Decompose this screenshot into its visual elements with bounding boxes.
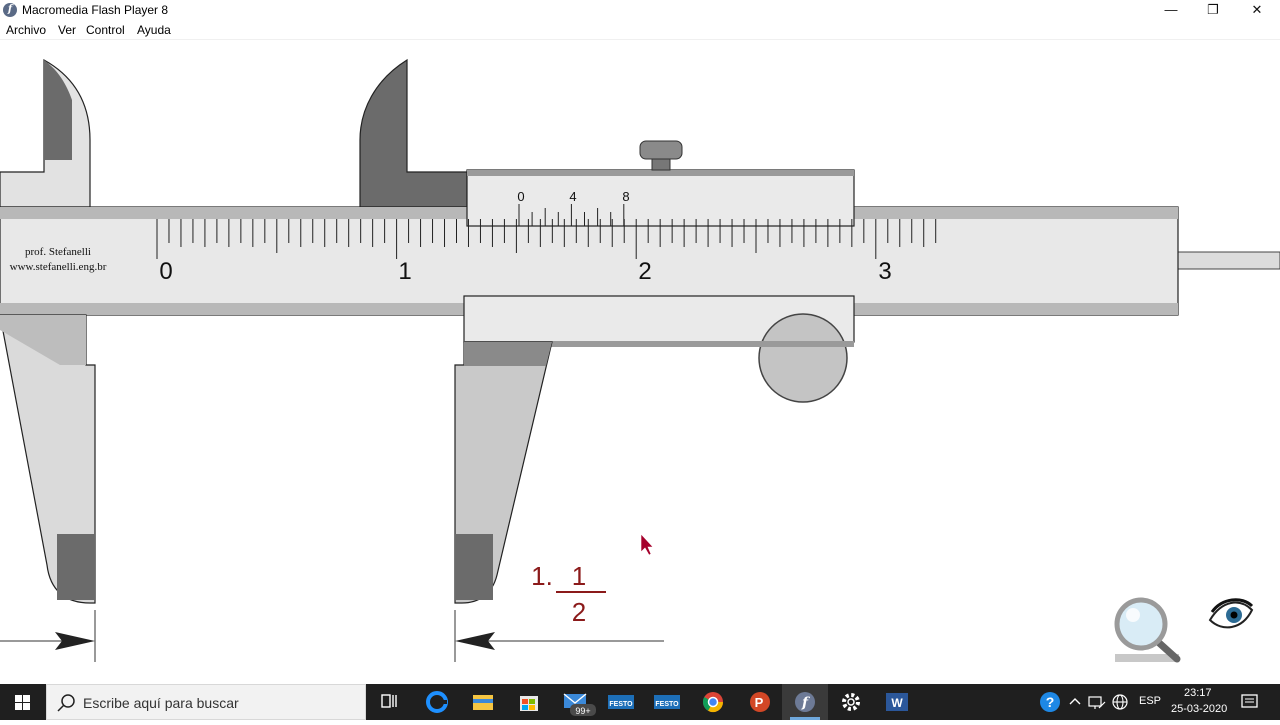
clock-time[interactable]: 23:17 [1184,687,1212,699]
windows-logo-icon [15,695,30,710]
lock-screw[interactable] [639,140,683,160]
close-button[interactable]: ✕ [1234,0,1280,21]
word-icon: W [886,693,908,711]
maximize-button[interactable]: ❐ [1190,0,1236,21]
festo-icon: FESTO [654,695,680,709]
svg-text:P: P [755,695,764,710]
movable-lower-jaw-shade [464,342,552,366]
notifications-icon[interactable] [1240,693,1260,711]
lock-screw-stem [651,158,671,171]
vernier-label-4: 4 [569,189,576,204]
answer-whole: 1. [531,561,553,591]
festo-label-2: FESTO [655,701,679,708]
taskbar-file-explorer[interactable] [460,684,506,720]
menu-ver[interactable]: Ver [58,23,76,37]
movable-upper-jaw [359,58,468,208]
flash-player-icon: f [790,692,820,720]
gear-icon [842,693,860,711]
svg-text:W: W [891,696,903,710]
vernier-top-edge [467,170,854,176]
chrome-icon [702,692,724,713]
start-button[interactable] [0,684,46,720]
mail-icon: 99+ [563,693,596,716]
globe-icon[interactable] [1111,693,1129,711]
taskbar-flash-player[interactable]: f [782,684,828,720]
festo-icon: FESTO [608,695,634,709]
eye-icon[interactable] [1208,598,1254,629]
thumb-wheel[interactable] [758,313,848,403]
window-title: Macromedia Flash Player 8 [22,3,169,17]
credit-url: www.stefanelli.eng.br [10,261,107,273]
menu-ayuda[interactable]: Ayuda [137,23,171,37]
taskbar-powerpoint[interactable]: P [736,684,782,720]
vernier-top-plate [466,169,855,227]
festo-label-1: FESTO [609,701,633,708]
fixed-jaw-tip [57,534,95,600]
taskbar-mail[interactable]: 99+ [552,684,598,720]
task-view-icon [381,694,397,708]
taskbar-edge[interactable] [414,684,460,720]
menu-bar: Archivo Ver Control Ayuda [0,21,1280,40]
depth-rod [1175,251,1280,270]
taskbar-store[interactable] [506,684,552,720]
mail-badge: 99+ [575,706,590,716]
fixed-upper-jaw-shade [44,60,72,160]
network-icon[interactable] [1088,694,1106,710]
taskbar-festo-2[interactable]: FESTO [644,684,690,720]
flash-app-icon: f [3,3,17,17]
taskbar-settings[interactable] [828,684,874,720]
minimize-button[interactable]: — [1148,0,1194,21]
vernier-label-8: 8 [622,189,629,204]
search-placeholder: Escribe aquí para buscar [83,695,239,711]
answer-numerator: 1 [572,561,586,591]
task-view-button[interactable] [367,684,413,720]
main-scale-label-2: 2 [638,258,651,285]
credit-name: prof. Stefanelli [25,246,91,258]
menu-archivo[interactable]: Archivo [6,23,46,37]
main-scale-label-3: 3 [878,258,891,285]
taskbar-word[interactable]: W [874,684,920,720]
taskbar-search-box[interactable]: Escribe aquí para buscar [46,684,366,720]
svg-text:?: ? [1046,694,1055,710]
windows-taskbar: Escribe aquí para buscar 99+ FESTO FESTO… [0,684,1280,720]
main-scale-label-0: 0 [159,258,172,285]
help-icon[interactable]: ? [1038,690,1062,714]
search-icon [57,694,75,712]
folder-icon [473,695,493,710]
menu-control[interactable]: Control [86,23,125,37]
store-icon [520,696,538,711]
chevron-up-icon[interactable] [1068,695,1082,709]
mouse-cursor [640,533,654,556]
clock-date[interactable]: 25-03-2020 [1171,703,1227,715]
powerpoint-icon: P [750,692,770,712]
main-scale-label-1: 1 [398,258,411,285]
magnifier-icon[interactable] [1114,597,1181,663]
movable-jaw-tip [455,534,493,600]
edge-icon [426,691,448,713]
taskbar-chrome[interactable] [690,684,736,720]
vernier-label-0: 0 [517,189,524,204]
language-indicator[interactable]: ESP [1139,695,1161,707]
vernier-caliper: 0 1 2 3 0 4 8 prof. Stefanelli www.stefa… [0,58,1280,663]
title-bar[interactable]: f Macromedia Flash Player 8 — ❐ ✕ [0,0,1280,21]
taskbar-festo-1[interactable]: FESTO [598,684,644,720]
flash-stage: 0 1 2 3 0 4 8 prof. Stefanelli www.stefa… [0,40,1280,684]
answer-denominator: 2 [572,597,586,627]
flash-player-window: f Macromedia Flash Player 8 — ❐ ✕ Archiv… [0,0,1280,684]
